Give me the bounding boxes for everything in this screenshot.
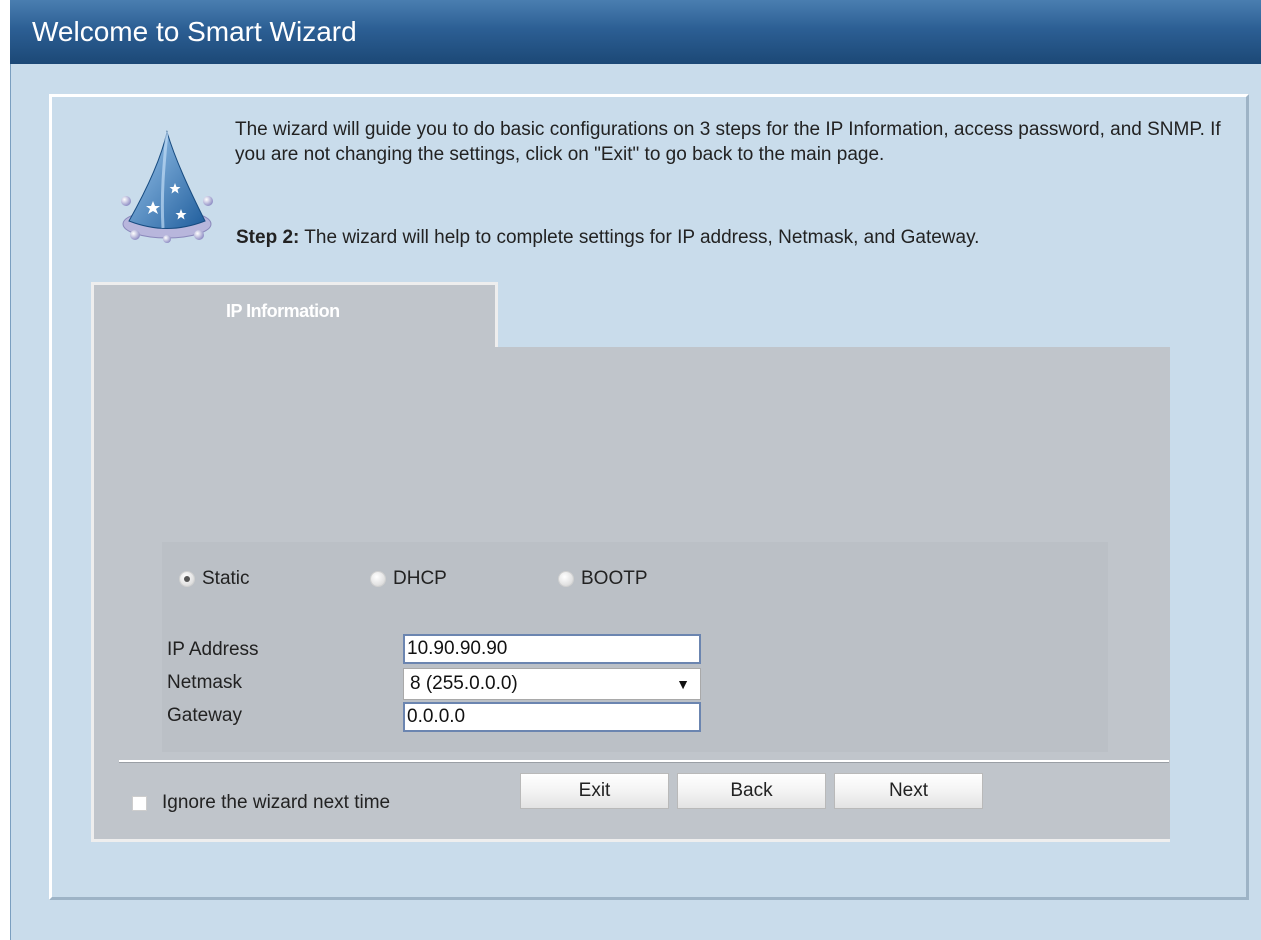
radio-bootp[interactable]: BOOTP	[559, 568, 648, 590]
ip-address-input[interactable]	[403, 634, 701, 664]
step-description: The wizard will help to complete setting…	[299, 227, 980, 248]
radio-dhcp-label: DHCP	[393, 568, 447, 589]
wizard-hat-icon	[121, 130, 213, 243]
tab-ip-information-label: IP Information	[226, 301, 340, 321]
ignore-wizard-checkbox[interactable]	[132, 795, 147, 811]
radio-dhcp[interactable]: DHCP	[371, 568, 447, 590]
step-label: Step 2:	[236, 227, 300, 248]
radio-dhcp-indicator[interactable]	[371, 572, 385, 586]
radio-bootp-label: BOOTP	[581, 568, 648, 589]
footer-divider	[119, 760, 1169, 763]
radio-static[interactable]: Static	[180, 568, 250, 590]
window-title-bar: Welcome to Smart Wizard	[10, 0, 1261, 64]
ignore-wizard-option[interactable]: Ignore the wizard next time	[132, 792, 390, 814]
radio-static-label: Static	[202, 568, 250, 589]
ip-address-label: IP Address	[167, 639, 259, 660]
tab-ip-information[interactable]: IP Information	[91, 282, 498, 350]
netmask-label: Netmask	[167, 672, 242, 693]
ignore-wizard-label: Ignore the wizard next time	[162, 792, 391, 813]
wizard-intro-text: The wizard will guide you to do basic co…	[235, 119, 1221, 165]
gateway-input[interactable]	[403, 702, 701, 732]
netmask-selected-value: 8 (255.0.0.0)	[410, 673, 518, 694]
gateway-label: Gateway	[167, 705, 242, 726]
exit-button[interactable]: Exit	[520, 773, 669, 809]
radio-static-indicator[interactable]	[180, 572, 194, 586]
back-button[interactable]: Back	[677, 773, 826, 809]
wizard-step-text: Step 2: The wizard will help to complete…	[236, 225, 1236, 250]
dropdown-arrow-icon: ▼	[676, 676, 690, 692]
wizard-card: The wizard will guide you to do basic co…	[49, 94, 1249, 900]
radio-bootp-indicator[interactable]	[559, 572, 573, 586]
ip-information-panel: Static DHCP BOOTP IP Address Netmask 8 (…	[91, 347, 1170, 842]
ip-settings-group: Static DHCP BOOTP IP Address Netmask 8 (…	[162, 542, 1108, 752]
next-button[interactable]: Next	[834, 773, 983, 809]
netmask-select[interactable]: 8 (255.0.0.0) ▼	[403, 668, 701, 700]
wizard-frame: The wizard will guide you to do basic co…	[10, 64, 1261, 940]
window-title: Welcome to Smart Wizard	[32, 16, 357, 47]
